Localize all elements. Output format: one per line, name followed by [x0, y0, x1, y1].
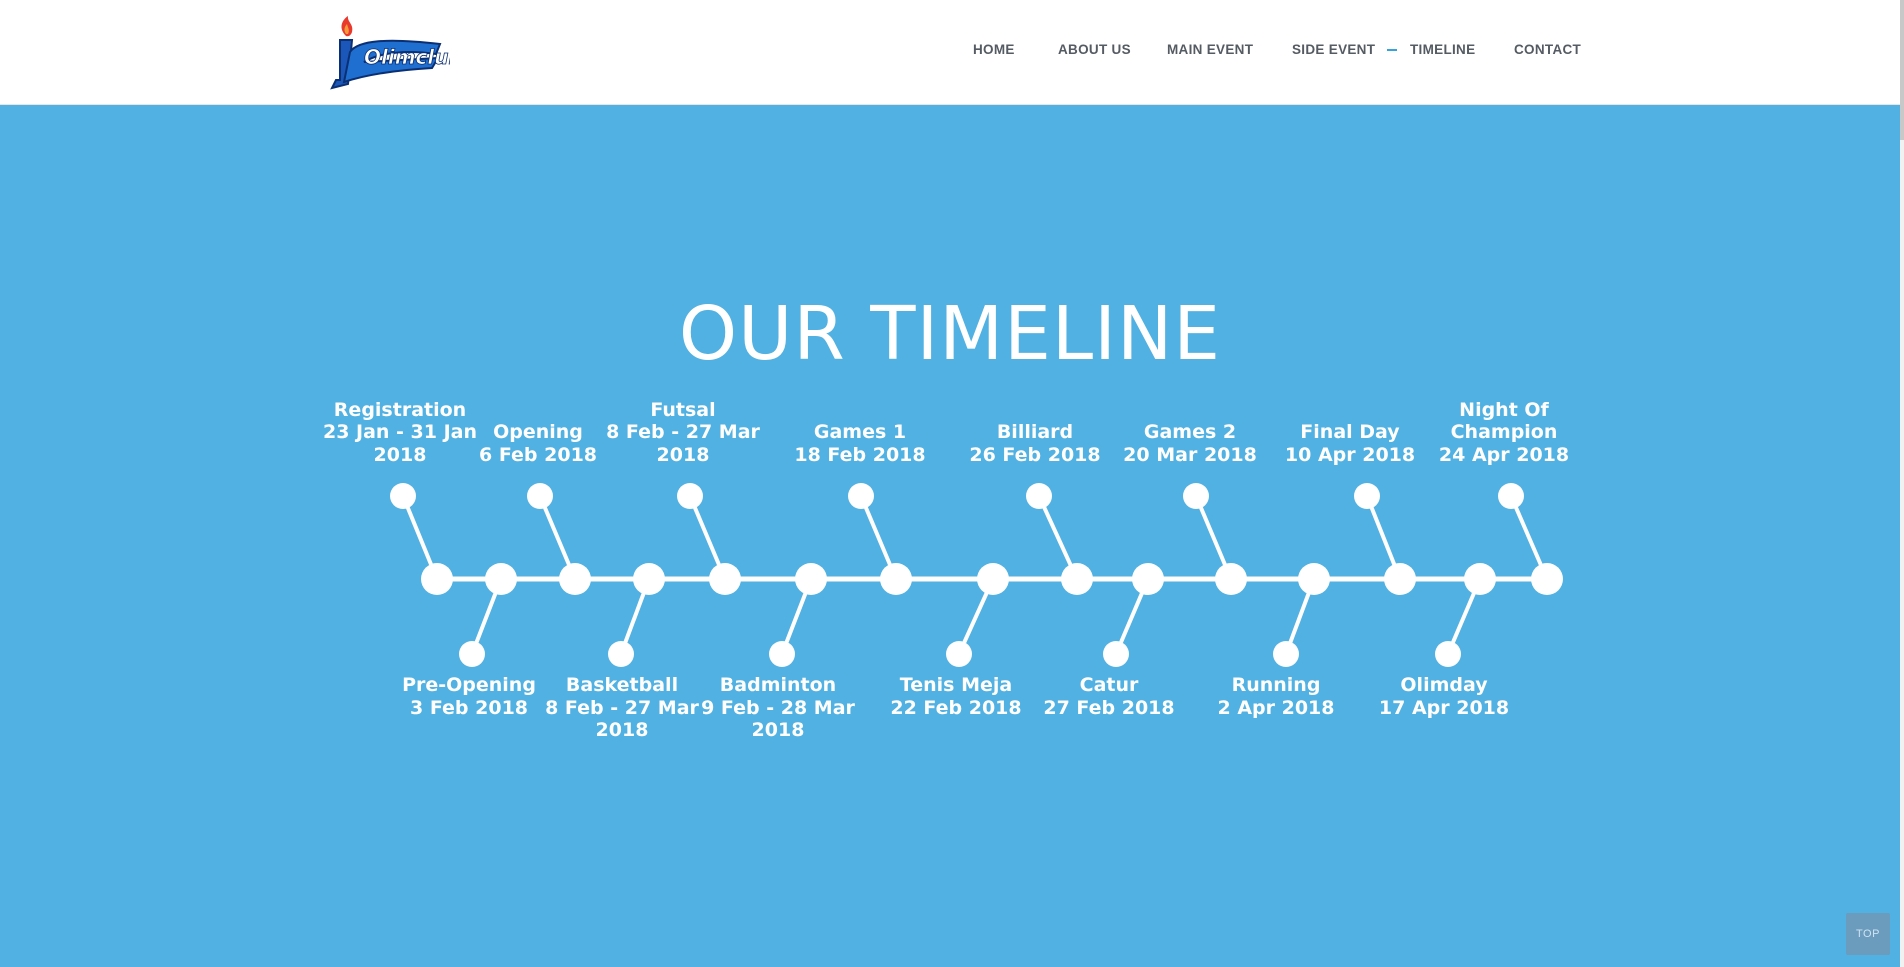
timeline-event-above: Futsal 8 Feb - 27 Mar 2018 — [606, 399, 760, 467]
timeline-label-line: Registration — [333, 398, 467, 421]
timeline-axis-node — [1464, 563, 1496, 595]
timeline-event-below: Pre-Opening 3 Feb 2018 — [402, 674, 536, 719]
timeline-label-line: Final Day — [1300, 421, 1400, 443]
timeline-event-dot — [1498, 483, 1524, 509]
timeline-label-line: Games 2 — [1143, 421, 1237, 443]
timeline-event-above: Games 2 20 Mar 2018 — [1123, 421, 1257, 466]
timeline-label-line: Night Of — [1459, 398, 1549, 421]
timeline-event-dot — [769, 641, 795, 667]
timeline-event-dot — [608, 641, 634, 667]
timeline-label-line: 2018 — [751, 719, 805, 741]
timeline-event-dot — [946, 641, 972, 667]
timeline-label-line: 24 Apr 2018 — [1438, 443, 1570, 466]
timeline-label-line: 20 Mar 2018 — [1123, 443, 1257, 466]
timeline-axis-node — [421, 563, 453, 595]
timeline-event-below: Running 2 Apr 2018 — [1217, 674, 1334, 719]
timeline-label-line: 27 Feb 2018 — [1043, 696, 1175, 719]
timeline-event-above: Final Day 10 Apr 2018 — [1285, 421, 1415, 466]
timeline-label-line: 17 Apr 2018 — [1378, 696, 1510, 719]
timeline-event-above: Registration 23 Jan - 31 Jan 2018 — [323, 399, 477, 467]
timeline-label-line: 10 Apr 2018 — [1284, 443, 1416, 466]
timeline-axis-node — [633, 563, 665, 595]
timeline-label-line: 9 Feb - 28 Mar — [701, 696, 855, 719]
timeline-event-dot — [527, 483, 553, 509]
timeline-event-dot — [390, 483, 416, 509]
timeline-axis-node — [1132, 563, 1164, 595]
timeline-axis-node — [485, 563, 517, 595]
timeline-label-line: Billiard — [996, 421, 1074, 443]
timeline-label-line: Badminton — [719, 674, 837, 696]
timeline-label-line: 6 Feb 2018 — [478, 443, 598, 466]
timeline-event-dot — [677, 483, 703, 509]
timeline-label-line: 2018 — [595, 719, 649, 741]
timeline-axis-node — [795, 563, 827, 595]
timeline-label-line: 2018 — [373, 443, 427, 466]
timeline-event-dot — [1183, 483, 1209, 509]
timeline-label-line: Opening — [493, 421, 583, 443]
timeline-axis-node — [559, 563, 591, 595]
timeline-event-below: Olimday 17 Apr 2018 — [1379, 674, 1509, 719]
timeline-axis-node — [1298, 563, 1330, 595]
timeline-event-below: Basketball 8 Feb - 27 Mar 2018 — [545, 674, 699, 742]
timeline-label-line: 26 Feb 2018 — [969, 443, 1101, 466]
timeline-label-line: 22 Feb 2018 — [890, 696, 1022, 719]
timeline-label-line: Champion — [1450, 421, 1558, 443]
timeline-label-line: 8 Feb - 27 Mar — [606, 421, 760, 443]
timeline-event-dot — [1354, 483, 1380, 509]
timeline-axis-node — [1531, 563, 1563, 595]
timeline-axis-node — [880, 563, 912, 595]
timeline-label-line: 8 Feb - 27 Mar — [545, 696, 699, 719]
timeline-label-line: Olimday — [1400, 674, 1488, 696]
timeline-label-line: 2018 — [656, 443, 710, 466]
timeline-axis-node — [1215, 563, 1247, 595]
timeline-label-line: Games 1 — [813, 421, 907, 443]
timeline-label-line: Catur — [1079, 674, 1139, 696]
timeline-axis-node — [977, 563, 1009, 595]
timeline-event-above: Games 1 18 Feb 2018 — [794, 421, 925, 466]
timeline-event-dot — [1026, 483, 1052, 509]
timeline-event-dot — [1435, 641, 1461, 667]
timeline-event-above: Opening 6 Feb 2018 — [479, 421, 597, 466]
timeline-axis-node — [1384, 563, 1416, 595]
timeline-event-above: Billiard 26 Feb 2018 — [969, 421, 1100, 466]
timeline-event-dot — [848, 483, 874, 509]
timeline-event-below: Catur 27 Feb 2018 — [1043, 674, 1174, 719]
timeline-event-above: Night Of Champion 24 Apr 2018 — [1439, 399, 1569, 467]
timeline-label-line: Running — [1231, 674, 1321, 696]
timeline-event-dot — [459, 641, 485, 667]
timeline-label-line: Pre-Opening — [402, 674, 536, 696]
timeline-event-dot — [1103, 641, 1129, 667]
timeline-label-line: Basketball — [565, 674, 679, 696]
timeline-label-line: Futsal — [650, 398, 716, 421]
timeline-axis-node — [1061, 563, 1093, 595]
timeline-label-line: 23 Jan - 31 Jan — [322, 421, 478, 443]
timeline-event-below: Tenis Meja 22 Feb 2018 — [890, 674, 1021, 719]
timeline-axis-node — [709, 563, 741, 595]
timeline-event-dot — [1273, 641, 1299, 667]
timeline-label-line: 3 Feb 2018 — [409, 696, 529, 719]
timeline-label-line: Tenis Meja — [899, 674, 1013, 696]
timeline-label-line: 2 Apr 2018 — [1217, 696, 1335, 719]
back-to-top-button[interactable]: TOP — [1846, 913, 1890, 955]
timeline-event-below: Badminton 9 Feb - 28 Mar 2018 — [701, 674, 855, 742]
timeline-graphic — [390, 483, 1563, 667]
timeline-label-line: 18 Feb 2018 — [794, 443, 926, 466]
